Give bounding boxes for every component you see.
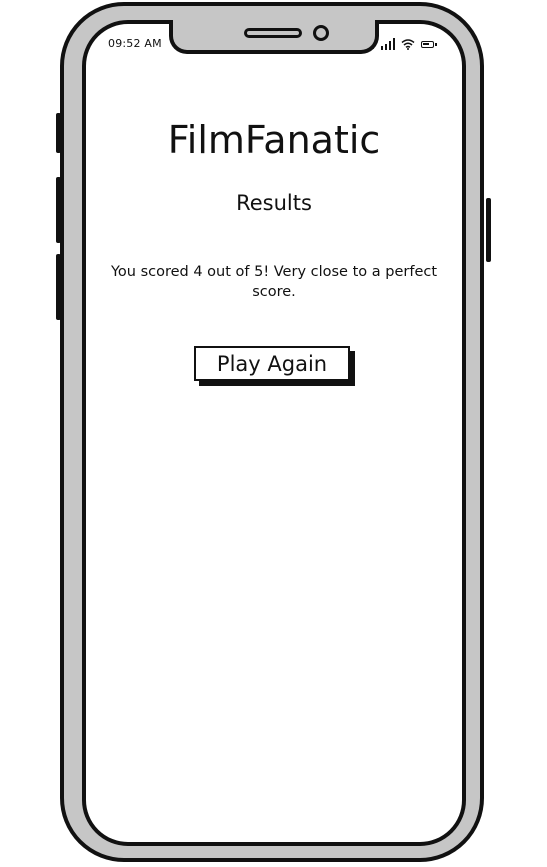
battery-icon [421, 41, 437, 48]
phone-mockup: 09:52 AM FilmFanatic Results You scored … [0, 0, 547, 867]
volume-down-button [56, 254, 61, 320]
status-icons [381, 36, 437, 50]
mute-switch [56, 113, 61, 153]
speaker-icon [244, 28, 302, 38]
play-again-button[interactable]: Play Again [194, 346, 350, 381]
results-heading: Results [236, 191, 312, 215]
app-title: FilmFanatic [167, 118, 381, 162]
volume-up-button [56, 177, 61, 243]
wifi-icon [401, 39, 415, 50]
score-message: You scored 4 out of 5! Very close to a p… [110, 264, 438, 300]
status-time: 09:52 AM [108, 37, 162, 50]
signal-icon [381, 38, 395, 50]
camera-icon [313, 25, 329, 41]
power-button [486, 198, 491, 262]
